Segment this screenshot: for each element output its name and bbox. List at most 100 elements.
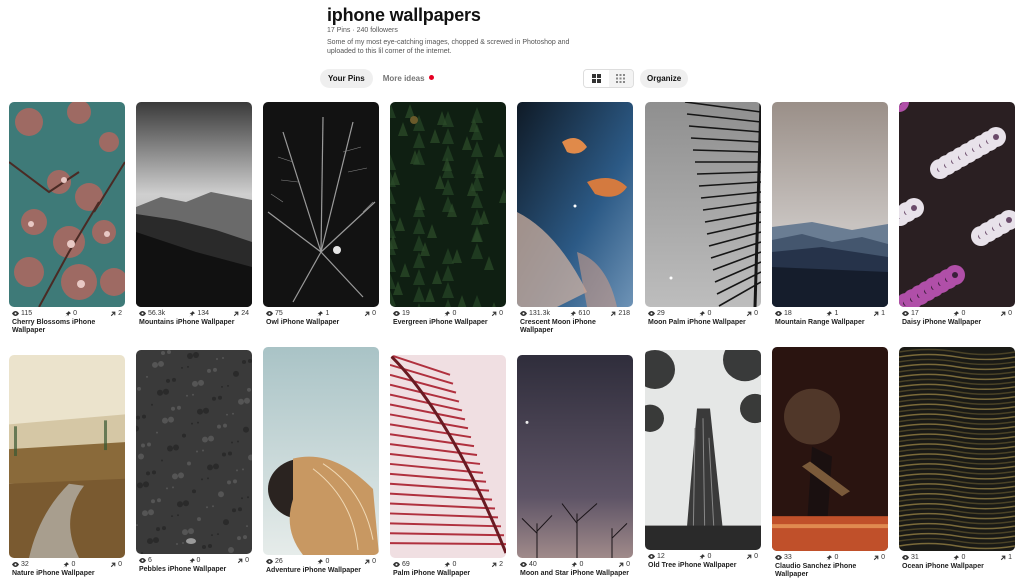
- pin-card[interactable]: 19 0 0 Evergreen iPhone Wallpaper: [390, 102, 506, 327]
- saves-stat: 0: [63, 560, 75, 569]
- pin-title[interactable]: Crescent Moon iPhone Wallpaper: [517, 319, 633, 335]
- pin-card[interactable]: 32 0 0 Nature iPhone Wallpaper: [9, 355, 125, 578]
- views-count: 69: [402, 561, 410, 568]
- pin-image[interactable]: [517, 102, 633, 307]
- pin-card[interactable]: 12 0 0 Old Tree iPhone Wallpaper: [645, 350, 761, 570]
- grid-default-button[interactable]: [584, 70, 609, 87]
- pin-image[interactable]: [136, 350, 252, 554]
- pin-stats: 26 0 0: [263, 557, 379, 566]
- pin-card[interactable]: 31 0 1 Ocean iPhone Wallpaper: [899, 347, 1015, 571]
- pin-title[interactable]: Mountain Range Wallpaper: [772, 319, 888, 327]
- saves-count: 610: [578, 310, 591, 317]
- pin-title[interactable]: Moon and Star iPhone Wallpaper: [517, 570, 633, 578]
- saves-count: 0: [961, 554, 966, 561]
- pin-image[interactable]: [390, 355, 506, 558]
- pin-title[interactable]: Ocean iPhone Wallpaper: [899, 563, 1015, 571]
- pin-image[interactable]: [136, 102, 252, 307]
- pin-title[interactable]: Nature iPhone Wallpaper: [9, 570, 125, 578]
- pin-card[interactable]: 56.3k 134 24 Mountains iPhone Wallpaper: [136, 102, 252, 327]
- pin-icon: [444, 561, 451, 568]
- pin-title[interactable]: Cherry Blossoms iPhone Wallpaper: [9, 319, 125, 335]
- pin-icon: [571, 561, 578, 568]
- outbound-arrow-icon: [873, 555, 879, 560]
- views-count: 40: [529, 561, 537, 568]
- pin-title[interactable]: Daisy iPhone Wallpaper: [899, 319, 1015, 327]
- pin-image[interactable]: [645, 102, 761, 307]
- pin-card[interactable]: 18 1 1 Mountain Range Wallpaper: [772, 102, 888, 327]
- pin-stats: 131.3k 610 218: [517, 309, 633, 318]
- clicks-stat: 2: [110, 309, 122, 318]
- pin-image[interactable]: [263, 102, 379, 307]
- pin-image[interactable]: [9, 102, 125, 307]
- pin-card[interactable]: 26 0 0 Adventure iPhone Wallpaper: [263, 347, 379, 575]
- views-count: 17: [911, 310, 919, 317]
- views-stat: 69: [393, 560, 410, 569]
- pin-title[interactable]: Mountains iPhone Wallpaper: [136, 319, 252, 327]
- clicks-count: 0: [245, 557, 249, 564]
- views-count: 31: [911, 554, 919, 561]
- pin-title[interactable]: Evergreen iPhone Wallpaper: [390, 319, 506, 327]
- views-stat: 17: [902, 309, 919, 318]
- saves-count: 0: [579, 561, 584, 568]
- pin-title[interactable]: Owl iPhone Wallpaper: [263, 319, 379, 327]
- pin-title[interactable]: Claudio Sanchez iPhone Wallpaper: [772, 563, 888, 579]
- saves-count: 0: [325, 558, 330, 565]
- eye-icon: [520, 562, 527, 567]
- saves-count: 134: [197, 310, 209, 317]
- views-stat: 29: [648, 309, 665, 318]
- clicks-count: 0: [372, 310, 376, 317]
- pin-icon: [189, 310, 196, 317]
- pin-card[interactable]: 115 0 2 Cherry Blossoms iPhone Wallpaper: [9, 102, 125, 335]
- outbound-arrow-icon: [746, 311, 752, 316]
- clicks-stat: 0: [110, 560, 122, 569]
- board-meta[interactable]: 17 Pins · 240 followers: [327, 26, 587, 35]
- views-count: 19: [402, 310, 410, 317]
- pin-title[interactable]: Old Tree iPhone Wallpaper: [645, 562, 761, 570]
- pin-card[interactable]: 17 0 0 Daisy iPhone Wallpaper: [899, 102, 1015, 327]
- saves-count: 0: [961, 310, 966, 317]
- saves-stat: 0: [699, 552, 711, 561]
- eye-icon: [139, 558, 146, 563]
- pin-card[interactable]: 131.3k 610 218 Crescent Moon iPhone Wall…: [517, 102, 633, 335]
- eye-icon: [266, 311, 273, 316]
- pin-image[interactable]: [390, 102, 506, 307]
- pin-title[interactable]: Pebbles iPhone Wallpaper: [136, 566, 252, 574]
- views-stat: 131.3k: [520, 309, 550, 318]
- pin-card[interactable]: 33 0 0 Claudio Sanchez iPhone Wallpaper: [772, 347, 888, 579]
- saves-stat: 1: [317, 309, 329, 318]
- pin-image[interactable]: [9, 355, 125, 558]
- pin-title[interactable]: Adventure iPhone Wallpaper: [263, 567, 379, 575]
- grid-default-icon: [591, 74, 601, 83]
- pin-title[interactable]: Palm iPhone Wallpaper: [390, 570, 506, 578]
- pin-card[interactable]: 75 1 0 Owl iPhone Wallpaper: [263, 102, 379, 327]
- pin-icon: [188, 557, 195, 564]
- grid-compact-button[interactable]: [608, 70, 633, 87]
- pin-image[interactable]: [772, 347, 888, 551]
- pin-card[interactable]: 29 0 0 Moon Palm iPhone Wallpaper: [645, 102, 761, 327]
- tab-your-pins[interactable]: Your Pins: [320, 69, 373, 88]
- pin-image[interactable]: [263, 347, 379, 555]
- clicks-count: 1: [1008, 554, 1012, 561]
- pin-card[interactable]: 40 0 0 Moon and Star iPhone Wallpaper: [517, 355, 633, 578]
- pin-image[interactable]: [899, 102, 1015, 307]
- outbound-arrow-icon: [110, 562, 116, 567]
- pin-stats: 12 0 0: [645, 552, 761, 561]
- views-stat: 75: [266, 309, 283, 318]
- outbound-arrow-icon: [746, 554, 752, 559]
- pin-image[interactable]: [517, 355, 633, 558]
- views-stat: 40: [520, 560, 537, 569]
- saves-count: 1: [325, 310, 330, 317]
- outbound-arrow-icon: [110, 311, 116, 316]
- pin-title[interactable]: Moon Palm iPhone Wallpaper: [645, 319, 761, 327]
- clicks-count: 0: [372, 558, 376, 565]
- pin-image[interactable]: [899, 347, 1015, 551]
- pin-image[interactable]: [772, 102, 888, 307]
- saves-count: 0: [196, 557, 201, 564]
- organize-button[interactable]: Organize: [640, 69, 689, 88]
- pin-image[interactable]: [645, 350, 761, 550]
- pin-card[interactable]: 69 0 2 Palm iPhone Wallpaper: [390, 355, 506, 578]
- eye-icon: [393, 311, 400, 316]
- clicks-stat: 218: [610, 309, 630, 318]
- tab-more-ideas[interactable]: More ideas: [375, 69, 442, 88]
- pin-card[interactable]: 6 0 0 Pebbles iPhone Wallpaper: [136, 350, 252, 574]
